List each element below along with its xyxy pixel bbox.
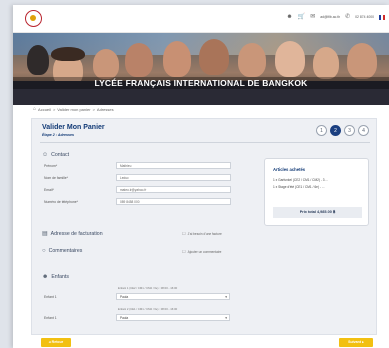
checkbox-icon[interactable]: ☐ — [182, 231, 186, 236]
cart-total: Prix total 4,985.00 ฿ — [273, 207, 362, 218]
phone-field[interactable]: 089 8458 000 — [116, 198, 231, 205]
student-figure — [199, 39, 229, 75]
user-icon[interactable]: ☻ — [286, 14, 292, 20]
home-icon[interactable]: ⌂ — [33, 106, 36, 112]
page: ☻ 🛒 ✉ ad@lfib.ac.th ✆ 02 874 4000 LYCÉE … — [13, 5, 389, 348]
breadcrumb-current: Adresses — [96, 106, 114, 112]
comments-heading: ○ Commentaires — [42, 248, 82, 254]
step-3[interactable]: 3 — [344, 125, 355, 136]
child-select[interactable]: Paula ▾ — [116, 314, 230, 321]
comments-heading-label: Commentaires — [48, 248, 83, 254]
child-hint: Enfant 1 (CE2 / CM1 / CM2 / 6e) : 08:00 … — [118, 286, 178, 290]
checkbox-icon[interactable]: ☐ — [182, 249, 186, 254]
billing-heading-label: Adresse de facturation — [50, 230, 103, 237]
banner-title: LYCÉE FRANÇAIS INTERNATIONAL DE BANGKOK — [94, 78, 308, 88]
student-figure — [313, 47, 339, 79]
top-bar: ☻ 🛒 ✉ ad@lfib.ac.th ✆ 02 874 4000 — [13, 5, 389, 33]
invoice-toggle[interactable]: ☐ J'ai besoin d'une facture — [182, 231, 222, 236]
chevron-down-icon: ▾ — [225, 295, 227, 299]
student-figure — [125, 43, 153, 77]
contact-heading-label: Contact — [51, 152, 70, 158]
breadcrumb-separator: > — [92, 106, 95, 112]
invoice-toggle-label[interactable]: J'ai besoin d'une facture — [188, 232, 222, 236]
child-hint: Enfant 2 (CE1 / CM1 / CM2 / 6e) : 08:00 … — [118, 307, 178, 311]
breadcrumb-separator: > — [52, 106, 56, 112]
cart-item: 1 x Garfunkel (CE2 / CM1 / CM2) - 3 ... — [273, 178, 329, 182]
student-figure — [27, 45, 49, 75]
student-figure — [93, 49, 119, 79]
child-select-value: Paula — [120, 316, 129, 320]
contact-icon: ☺ — [42, 152, 49, 158]
child-select[interactable]: Paula ▾ — [116, 293, 230, 300]
phone-icon: ✆ — [345, 14, 351, 20]
children-heading-label: Enfants — [51, 274, 69, 280]
student-figure — [51, 47, 85, 61]
breadcrumb: ⌂ Accueil > Valider mon panier > Adresse… — [33, 106, 114, 112]
children-heading: ☻ Enfants — [42, 274, 69, 280]
first-name-label: Prénom* — [44, 164, 58, 168]
cart-item: 1 x Stage d'été (CE1 / CM1 / 6e) - ... — [273, 185, 325, 189]
step-2[interactable]: 2 — [330, 125, 341, 136]
cart-title: Articles achetés — [273, 167, 306, 172]
student-figure — [347, 43, 377, 79]
add-comment-toggle[interactable]: ☐ Ajouter un commentaire — [182, 249, 221, 254]
phone-number[interactable]: 02 874 4000 — [355, 15, 374, 19]
email-label: Email* — [44, 188, 54, 192]
add-comment-label[interactable]: Ajouter un commentaire — [188, 250, 222, 254]
step-1[interactable]: 1 — [316, 125, 327, 136]
cart-icon[interactable]: 🛒 — [298, 14, 305, 20]
contact-heading: ☺ Contact — [42, 152, 69, 158]
french-flag-icon[interactable] — [379, 14, 385, 20]
back-button[interactable]: ◂ Retour — [41, 338, 71, 347]
page-subtitle: Étape 2 : Adresses — [42, 133, 75, 137]
breadcrumb-home[interactable]: Accueil — [38, 107, 51, 112]
last-name-field[interactable]: Leduc — [116, 174, 231, 181]
school-logo[interactable] — [25, 10, 42, 27]
child-label: Enfant 1 — [44, 316, 57, 320]
billing-heading: ▤ Adresse de facturation — [42, 230, 103, 238]
next-button[interactable]: Suivant ▸ — [339, 338, 373, 347]
cart-summary: Articles achetés 1 x Garfunkel (CE2 / CM… — [264, 158, 369, 226]
step-4[interactable]: 4 — [358, 125, 369, 136]
page-title: Valider Mon Panier — [42, 124, 105, 131]
checkout-panel: Valider Mon Panier Étape 2 : Adresses 1 … — [31, 118, 377, 335]
last-name-label: Nom de famille* — [44, 176, 68, 180]
student-figure — [163, 41, 191, 77]
divider — [40, 142, 370, 143]
first-name-field[interactable]: Mathieu — [116, 162, 231, 169]
phone-label: Numéro de téléphone* — [44, 200, 78, 204]
student-figure — [275, 41, 305, 77]
children-icon: ☻ — [42, 274, 49, 280]
child-select-value: Paula — [120, 295, 129, 299]
hero-banner: LYCÉE FRANÇAIS INTERNATIONAL DE BANGKOK — [13, 33, 389, 105]
student-figure — [238, 43, 266, 77]
top-contact-bar: ☻ 🛒 ✉ ad@lfib.ac.th ✆ 02 874 4000 — [286, 14, 385, 20]
breadcrumb-cart[interactable]: Valider mon panier — [57, 107, 90, 112]
billing-icon: ▤ — [42, 231, 48, 237]
chevron-down-icon: ▾ — [225, 316, 227, 320]
child-label: Enfant 1 — [44, 295, 57, 299]
step-indicator: 1 2 3 4 — [316, 125, 369, 136]
email-field[interactable]: mateo.lr@yahoo.fr — [116, 186, 231, 193]
email-icon: ✉ — [310, 14, 316, 20]
comment-icon: ○ — [42, 248, 46, 254]
email-link[interactable]: ad@lfib.ac.th — [320, 15, 340, 19]
